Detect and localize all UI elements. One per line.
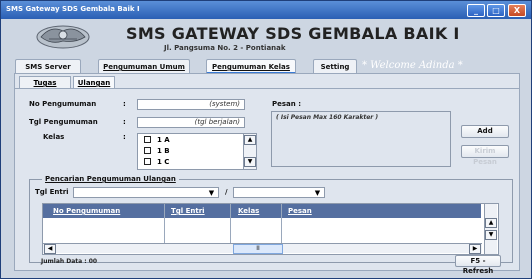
app-address: Jl. Pangsuma No. 2 - Pontianak [164, 44, 286, 52]
app-window: SMS Gateway SDS Gembala Baik I _ □ X SMS… [0, 0, 532, 279]
school-logo [36, 25, 90, 49]
kelas-item[interactable]: 1 A [144, 136, 170, 144]
col-no-pengumuman[interactable]: No Pengumuman [53, 207, 120, 215]
checkbox[interactable] [144, 136, 151, 143]
welcome-text: * Welcome Adinda * [362, 60, 463, 71]
col-tgl-entri[interactable]: Tgl Entri [171, 207, 205, 215]
kirim-pesan-button[interactable]: Kirim Pesan [461, 145, 509, 166]
minimize-button[interactable]: _ [467, 4, 485, 17]
refresh-button[interactable]: F5 - Refresh [455, 255, 501, 275]
ulangan-form: No Pengumuman : (system) Tgl Pengumuman … [15, 88, 519, 275]
colon: : [123, 100, 126, 108]
pesan-textarea[interactable]: ( Isi Pesan Max 160 Karakter ) [271, 111, 451, 167]
kelas-item[interactable]: 1 B [144, 147, 170, 155]
column-divider [281, 204, 282, 243]
search-legend: Pencarian Pengumuman Ulangan [45, 175, 176, 183]
tab-setting[interactable]: Setting [313, 59, 357, 74]
add-button[interactable]: Add [461, 125, 509, 138]
column-divider [164, 204, 165, 243]
tab-pengumuman-umum[interactable]: Pengumuman Umum [98, 59, 190, 74]
app-header: SMS GATEWAY SDS GEMBALA BAIK I Jl. Pangs… [1, 19, 531, 52]
tgl-entri-to-dropdown[interactable]: ▼ [233, 187, 325, 198]
title-bar[interactable]: SMS Gateway SDS Gembala Baik I _ □ X [1, 1, 531, 19]
checkbox[interactable] [144, 158, 151, 165]
tab-pengumuman-kelas[interactable]: Pengumuman Kelas [206, 59, 296, 74]
col-pesan[interactable]: Pesan [288, 207, 312, 215]
no-pengumuman-field[interactable]: (system) [137, 99, 245, 110]
kelas-list[interactable]: 1 A 1 B 1 C ▲ ▼ [137, 133, 257, 170]
tgl-pengumuman-label: Tgl Pengumuman [29, 118, 98, 126]
scroll-down-icon[interactable]: ▼ [485, 230, 497, 240]
close-button[interactable]: X [508, 4, 526, 17]
grid-hscrollbar[interactable]: ◀ II ▶ [43, 243, 482, 254]
kelas-scrollbar[interactable]: ▲ ▼ [243, 134, 256, 169]
scroll-up-icon[interactable]: ▲ [244, 135, 256, 145]
window-title: SMS Gateway SDS Gembala Baik I [6, 5, 140, 13]
scroll-thumb[interactable]: II [233, 244, 283, 254]
scroll-up-icon[interactable]: ▲ [485, 218, 497, 228]
maximize-button[interactable]: □ [487, 4, 505, 17]
tab-sms-server[interactable]: SMS Server [15, 59, 81, 74]
scroll-right-icon[interactable]: ▶ [469, 244, 481, 254]
scroll-down-icon[interactable]: ▼ [244, 157, 256, 167]
content-panel: Tugas Harian Ulangan No Pengumuman : (sy… [14, 73, 520, 275]
data-grid[interactable]: No Pengumuman Tgl Entri Kelas Pesan ▲ ▼ … [42, 203, 499, 255]
tgl-pengumuman-field[interactable]: (tgl berjalan) [137, 117, 245, 128]
date-separator: / [225, 188, 228, 196]
colon: : [123, 118, 126, 126]
pesan-label: Pesan : [272, 100, 301, 108]
jumlah-data: Jumlah Data : 00 [41, 258, 98, 265]
chevron-down-icon[interactable]: ▼ [312, 189, 323, 197]
pesan-placeholder: ( Isi Pesan Max 160 Karakter ) [276, 114, 379, 121]
colon: : [123, 133, 126, 141]
chevron-down-icon[interactable]: ▼ [206, 189, 217, 197]
grid-vscrollbar[interactable]: ▲ ▼ [484, 204, 497, 254]
app-title: SMS GATEWAY SDS GEMBALA BAIK I [126, 24, 460, 43]
column-divider [230, 204, 231, 243]
grid-header: No Pengumuman Tgl Entri Kelas Pesan [43, 204, 481, 218]
kelas-label: Kelas [43, 133, 65, 141]
checkbox[interactable] [144, 147, 151, 154]
scroll-left-icon[interactable]: ◀ [44, 244, 56, 254]
no-pengumuman-label: No Pengumuman [29, 100, 97, 108]
col-kelas[interactable]: Kelas [238, 207, 259, 215]
kelas-item[interactable]: 1 C [144, 158, 169, 166]
tgl-entri-label: Tgl Entri [35, 188, 69, 196]
tgl-entri-from-dropdown[interactable]: ▼ [73, 187, 219, 198]
